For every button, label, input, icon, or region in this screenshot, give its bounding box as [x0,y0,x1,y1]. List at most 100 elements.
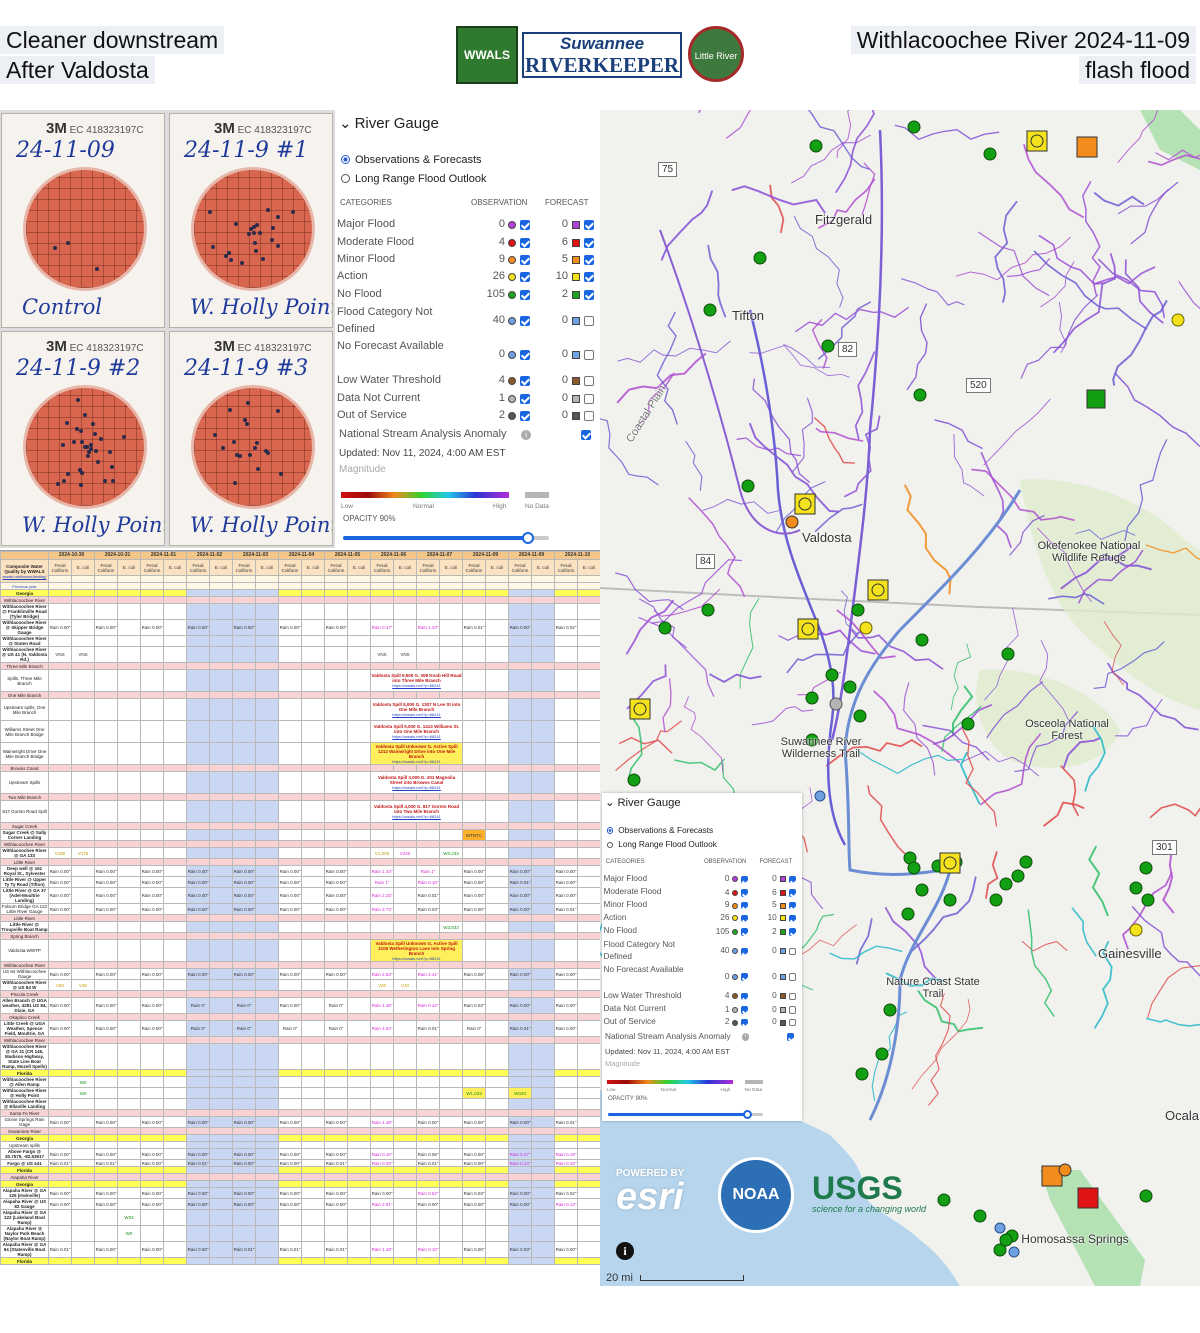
forecast-checkbox[interactable] [788,1006,797,1014]
opacity-slider-handle[interactable] [522,532,535,544]
forecast-checkbox[interactable] [584,220,594,230]
gauge-marker-action[interactable] [859,621,873,635]
wq-spill-link[interactable]: https://wwals.net/?p=66241 [372,734,462,739]
radio-observations[interactable]: Observations & Forecasts [341,154,482,166]
forecast-checkbox[interactable] [788,875,797,883]
gauge-marker-no-flood[interactable] [1129,881,1143,895]
radio-selected-icon[interactable] [341,155,350,164]
observation-checkbox[interactable] [740,914,749,922]
gauge-marker-no-flood[interactable] [741,479,755,493]
forecast-checkbox[interactable] [584,290,594,300]
panel-title[interactable]: ⌄ River Gauge [339,114,439,132]
observation-checkbox[interactable] [520,316,530,326]
observation-checkbox[interactable] [740,1006,749,1014]
gauge-marker-not-defined[interactable] [814,790,826,802]
forecast-checkbox[interactable] [788,992,797,1000]
forecast-checkbox[interactable] [584,376,594,386]
gauge-forecast-action[interactable] [867,579,889,601]
gauge-marker-no-flood[interactable] [658,621,672,635]
anomaly-checkbox[interactable] [581,430,591,440]
forecast-checkbox[interactable] [788,947,797,955]
gauge-marker-no-flood[interactable] [1001,647,1015,661]
gauge-marker-no-flood[interactable] [973,1209,987,1223]
gauge-marker-no-flood[interactable] [937,1193,951,1207]
opacity-slider-fill[interactable] [343,536,529,540]
wq-spill-link[interactable]: https://wwals.net/?p=66241 [372,683,462,688]
suwannee-riverkeeper-logo[interactable]: Suwannee RIVERKEEPER [522,32,682,78]
gauge-marker-no-flood[interactable] [907,120,921,134]
forecast-checkbox[interactable] [584,411,594,421]
wq-spill-link[interactable]: https://wwals.net/?p=66241 [372,956,462,961]
gauge-marker-minor-flood[interactable] [785,515,799,529]
forecast-checkbox[interactable] [584,350,594,360]
observation-checkbox[interactable] [740,875,749,883]
gauge-marker-no-flood[interactable] [983,147,997,161]
radio-long-range[interactable]: Long Range Flood Outlook [341,173,486,185]
gauge-marker-no-flood[interactable] [821,339,835,353]
gauge-marker-no-flood[interactable] [915,883,929,897]
gauge-marker-data-not-current[interactable] [829,697,843,711]
gauge-forecast-action[interactable] [629,698,651,720]
observation-checkbox[interactable] [520,350,530,360]
gauge-marker-no-flood[interactable] [753,251,767,265]
observation-checkbox[interactable] [740,1018,749,1027]
gauge-marker-no-flood[interactable] [855,1067,869,1081]
forecast-checkbox[interactable] [788,1018,797,1027]
gauge-marker-no-flood[interactable] [701,603,715,617]
observation-checkbox[interactable] [740,901,749,910]
gauge-marker-no-flood[interactable] [809,139,823,153]
gauge-forecast-moderate-flood[interactable] [1077,1187,1099,1209]
gauge-forecast-minor-flood[interactable] [1076,136,1098,158]
forecast-checkbox[interactable] [584,394,594,404]
gauge-marker-action[interactable] [1171,313,1185,327]
observation-checkbox[interactable] [520,238,530,248]
forecast-checkbox[interactable] [788,928,797,936]
gauge-marker-no-flood[interactable] [901,907,915,921]
gauge-forecast-action[interactable] [794,493,816,515]
gauge-marker-no-flood[interactable] [907,861,921,875]
wq-spill-link[interactable]: https://wwals.net/?p=66241 [372,785,462,790]
observation-checkbox[interactable] [740,992,749,1000]
gauge-marker-no-flood[interactable] [999,1233,1013,1247]
gauge-marker-no-flood[interactable] [1139,861,1153,875]
info-circle-icon[interactable]: i [741,1033,749,1041]
observation-checkbox[interactable] [740,889,749,897]
forecast-checkbox[interactable] [584,272,594,282]
observation-checkbox[interactable] [520,220,530,230]
chevron-down-icon[interactable]: ⌄ [339,115,352,132]
gauge-marker-no-flood[interactable] [1141,893,1155,907]
gauge-marker-no-flood[interactable] [883,1003,897,1017]
observation-checkbox[interactable] [740,928,749,936]
forecast-checkbox[interactable] [788,889,797,897]
gauge-marker-not-defined[interactable] [1008,1246,1020,1258]
radio-selected-icon[interactable] [606,827,614,834]
gauge-marker-action[interactable] [1129,923,1143,937]
chevron-down-icon[interactable]: ⌄ [605,797,614,809]
opacity-slider-handle[interactable] [742,1109,752,1119]
anomaly-checkbox[interactable] [786,1033,794,1041]
observation-checkbox[interactable] [520,255,530,265]
forecast-checkbox[interactable] [584,255,594,265]
forecast-checkbox[interactable] [584,316,594,326]
little-river-logo[interactable]: Little River [688,26,744,82]
gauge-forecast-no-flood[interactable] [1086,389,1106,409]
gauge-marker-no-flood[interactable] [627,773,641,787]
gauge-marker-no-flood[interactable] [805,691,819,705]
gauge-marker-no-flood[interactable] [999,877,1013,891]
gauge-marker-no-flood[interactable] [843,680,857,694]
radio-long-range[interactable]: Long Range Flood Outlook [606,840,717,849]
gauge-forecast-action[interactable] [1026,130,1048,152]
radio-unselected-icon[interactable] [341,174,350,183]
wq-spill-link[interactable]: https://wwals.net/?p=66241 [372,712,462,717]
radio-unselected-icon[interactable] [606,841,614,849]
info-circle-icon[interactable]: i [521,430,531,440]
wwals-logo[interactable]: WWALS [456,26,518,84]
gauge-forecast-action[interactable] [939,852,961,874]
forecast-checkbox[interactable] [788,973,797,981]
observation-checkbox[interactable] [740,973,749,981]
observation-checkbox[interactable] [740,947,749,955]
gauge-marker-no-flood[interactable] [1139,1189,1153,1203]
gauge-forecast-action[interactable] [797,618,819,640]
wq-spill-link[interactable]: https://wwals.net/?p=66241 [372,814,462,819]
observation-checkbox[interactable] [520,272,530,282]
